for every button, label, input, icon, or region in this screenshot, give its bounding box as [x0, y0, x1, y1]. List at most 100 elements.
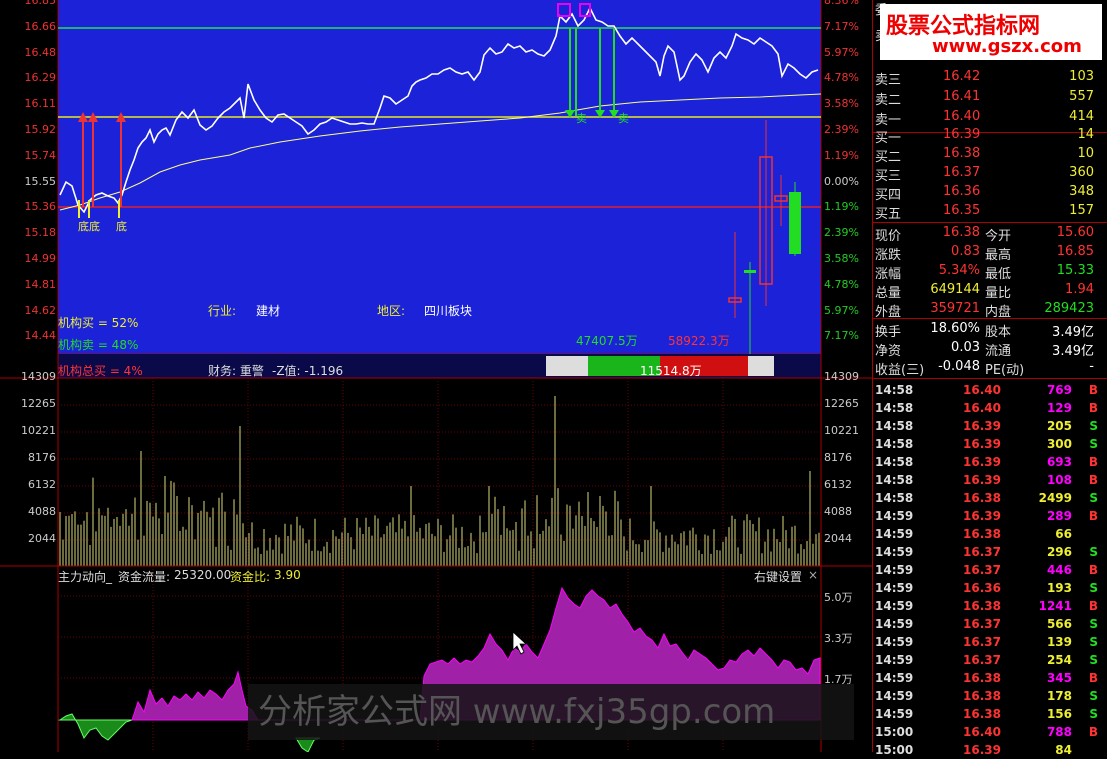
marker-sell-2: 卖: [618, 112, 629, 125]
tick-price: 16.39: [963, 437, 1001, 451]
price-tick-right: 2.39%: [824, 226, 859, 240]
tick-row[interactable]: 14:58 16.39 300 S: [873, 435, 1107, 453]
marker-bottom: 底: [116, 220, 127, 233]
bid-label: 买一: [875, 131, 902, 146]
tick-time: 14:59: [875, 707, 914, 721]
tick-price: 16.37: [963, 617, 1001, 631]
price-tick-left: 14.62: [24, 303, 57, 317]
ask-volume: 557: [1069, 89, 1094, 104]
ask-price: 16.41: [943, 89, 981, 104]
tick-price: 16.39: [963, 419, 1001, 433]
settings-link[interactable]: 右键设置: [754, 568, 802, 585]
industry-label: 行业:: [208, 304, 237, 318]
tick-row[interactable]: 14:59 16.38 1241 B: [873, 597, 1107, 615]
fund-value: 0.03: [951, 340, 980, 355]
stat-value: 359721: [930, 301, 980, 316]
volume-tick: 8176: [28, 451, 56, 464]
bid-label: 买四: [875, 188, 902, 203]
price-tick-right: 3.58%: [824, 252, 859, 265]
tick-price: 16.39: [963, 455, 1001, 469]
stat-value: 0.83: [951, 244, 980, 259]
volume-tick: 10221: [21, 424, 56, 437]
tick-row[interactable]: 14:59 16.36 193 S: [873, 579, 1107, 597]
tick-row[interactable]: 14:59 16.38 345 B: [873, 669, 1107, 687]
price-tick-right: 8.36%: [824, 0, 859, 7]
tick-volume: 289: [1046, 509, 1072, 523]
price-tick-left: 16.29: [24, 71, 57, 85]
tick-row[interactable]: 14:58 16.40 129 B: [873, 399, 1107, 417]
tick-row[interactable]: 14:58 16.40 769 B: [873, 381, 1107, 399]
tick-row[interactable]: 14:58 16.39 108 B: [873, 471, 1107, 489]
bid-price: 16.39: [943, 127, 981, 142]
tick-row[interactable]: 15:00 16.40 788 B: [873, 723, 1107, 741]
ask-volume: 103: [1069, 69, 1094, 84]
price-tick-right: 1.19%: [824, 148, 859, 162]
price-tick-left: 16.85: [24, 0, 57, 7]
tick-side: S: [1089, 545, 1098, 559]
tick-row[interactable]: 14:59 16.38 178 S: [873, 687, 1107, 705]
tick-row[interactable]: 14:58 16.39 693 B: [873, 453, 1107, 471]
tick-price: 16.37: [963, 653, 1001, 667]
tick-price: 16.39: [963, 509, 1001, 523]
fund-label: 净资: [875, 344, 902, 359]
tick-price: 16.40: [963, 383, 1001, 397]
finance-warning: 财务: 重警: [208, 364, 264, 378]
tick-time: 14:59: [875, 509, 914, 523]
fund-label: 换手: [875, 325, 902, 340]
tick-volume: 129: [1046, 401, 1072, 415]
tick-side: S: [1089, 689, 1098, 703]
tick-time: 14:59: [875, 527, 914, 541]
institution-sell: 机构卖 = 48%: [58, 338, 139, 352]
tick-time: 15:00: [875, 725, 914, 739]
indicator-flow-label: 资金流量:: [118, 570, 171, 584]
fund-value: 3.49亿: [1052, 325, 1094, 340]
volume-tick: 2044: [824, 532, 852, 545]
tick-volume: 2499: [1038, 491, 1072, 505]
tick-time: 14:59: [875, 617, 914, 631]
tick-side: S: [1089, 581, 1098, 595]
tick-time: 14:59: [875, 635, 914, 649]
tick-row[interactable]: 15:00 16.39 84: [873, 741, 1107, 759]
tick-side: B: [1088, 563, 1098, 577]
tick-price: 16.37: [963, 545, 1001, 559]
tick-price: 16.37: [963, 563, 1001, 577]
tick-time: 14:58: [875, 455, 914, 469]
tick-row[interactable]: 14:59 16.37 254 S: [873, 651, 1107, 669]
price-tick-right: 1.19%: [824, 200, 859, 214]
institution-total: 机构总买 = 4%: [58, 364, 143, 378]
tick-price: 16.39: [963, 743, 1001, 757]
tick-row[interactable]: 14:59 16.37 446 B: [873, 561, 1107, 579]
indicator-flow-value: 25320.00: [174, 568, 232, 582]
bid-volume: 348: [1069, 184, 1094, 199]
tick-price: 16.38: [963, 527, 1001, 541]
price-tick-right: 7.17%: [824, 329, 859, 343]
tick-volume: 300: [1046, 437, 1072, 451]
quote-panel: 委卖四卖三16.42103卖二16.41557卖一16.40414买一16.39…: [872, 0, 1107, 757]
tick-time: 14:58: [875, 401, 914, 415]
price-tick-left: 15.18: [24, 226, 57, 240]
fund-label: 股本: [985, 325, 1012, 340]
tick-row[interactable]: 14:59 16.38 156 S: [873, 705, 1107, 723]
tick-row[interactable]: 14:59 16.38 66: [873, 525, 1107, 543]
indicator-ratio-value: 3.90: [274, 568, 301, 582]
volume-tick: 6132: [28, 478, 56, 491]
volume-tick: 6132: [824, 478, 852, 491]
tick-row[interactable]: 14:58 16.39 205 S: [873, 417, 1107, 435]
tick-row[interactable]: 14:59 16.39 289 B: [873, 507, 1107, 525]
ask-price: 16.42: [943, 69, 981, 84]
volume-tick: 14309: [21, 370, 56, 383]
tick-row[interactable]: 14:59 16.37 139 S: [873, 633, 1107, 651]
tick-volume: 205: [1046, 419, 1072, 433]
price-tick-right: 7.17%: [824, 19, 859, 33]
tick-time: 14:58: [875, 437, 914, 451]
tick-row[interactable]: 14:58 16.38 2499 S: [873, 489, 1107, 507]
close-icon[interactable]: ×: [808, 568, 818, 582]
tick-row[interactable]: 14:59 16.37 296 S: [873, 543, 1107, 561]
industry-value: 建材: [256, 304, 281, 318]
price-panel[interactable]: [58, 0, 821, 354]
volume-tick: 2044: [28, 532, 56, 545]
tick-price: 16.38: [963, 491, 1001, 505]
price-tick-left: 15.36: [24, 200, 57, 214]
tick-row[interactable]: 14:59 16.37 566 S: [873, 615, 1107, 633]
tick-time: 15:00: [875, 743, 914, 757]
